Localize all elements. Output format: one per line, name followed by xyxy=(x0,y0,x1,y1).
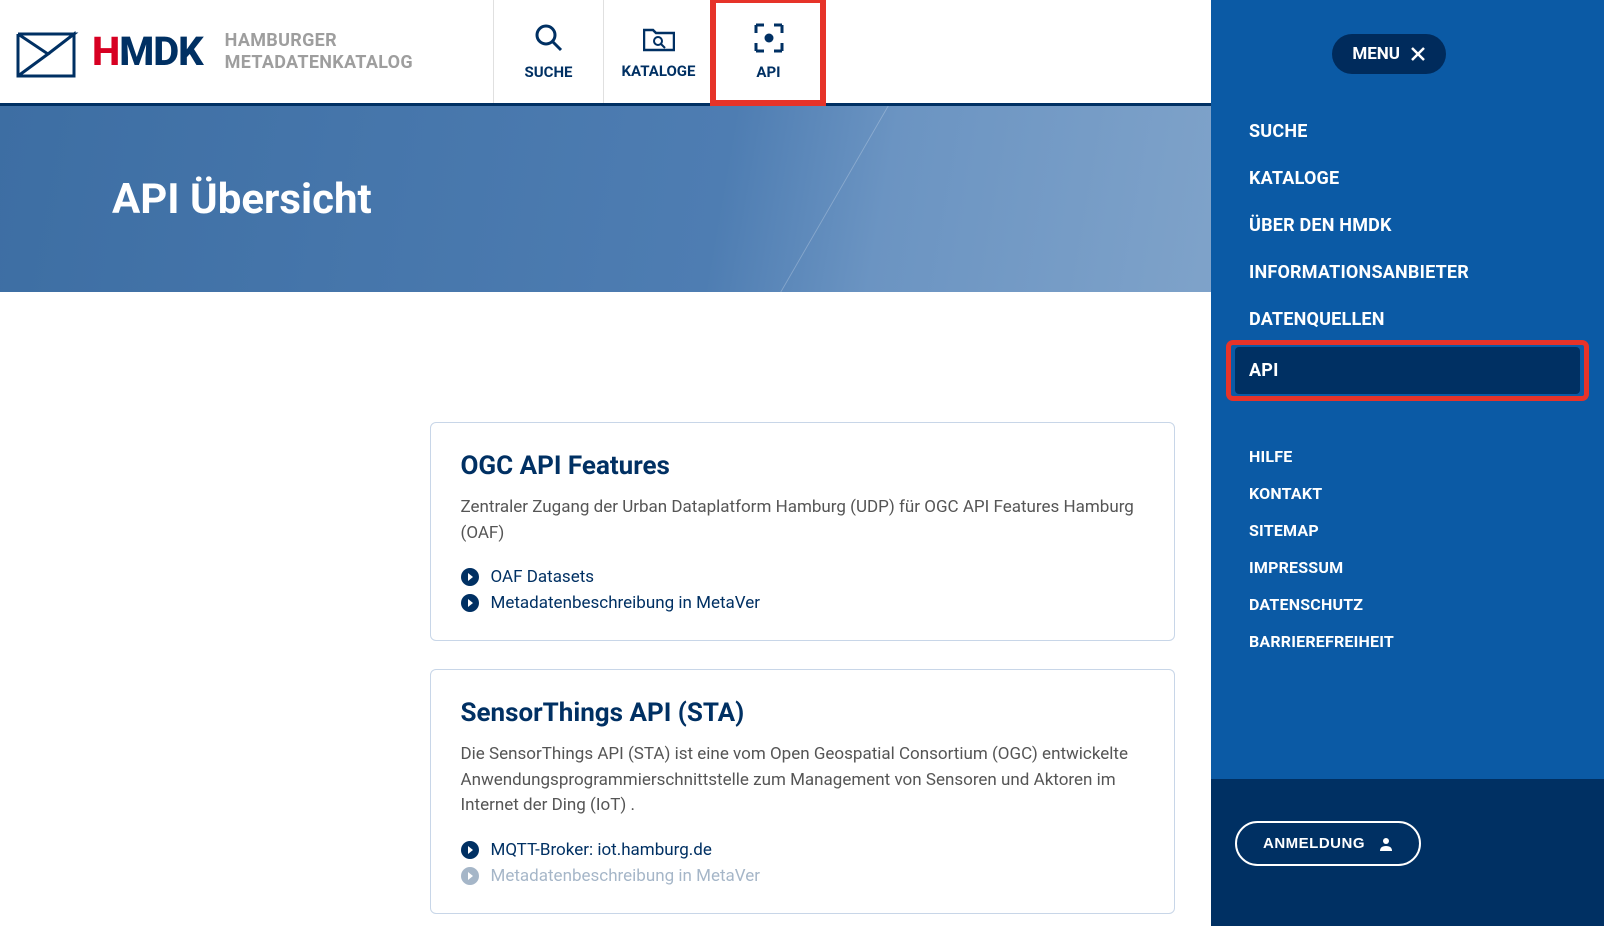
menu-item-kontakt[interactable]: KONTAKT xyxy=(1235,475,1580,512)
side-menu: SUCHE KATALOGE ÜBER DEN HMDK INFORMATION… xyxy=(1211,0,1604,926)
close-icon xyxy=(1410,46,1426,62)
api-icon xyxy=(754,23,784,53)
login-button[interactable]: ANMELDUNG xyxy=(1235,821,1421,866)
menu-item-sitemap[interactable]: SITEMAP xyxy=(1235,512,1580,549)
nav-kataloge[interactable]: KATALOGE xyxy=(603,0,713,103)
nav-suche[interactable]: SUCHE xyxy=(493,0,603,103)
card-link[interactable]: OAF Datasets xyxy=(461,564,1144,590)
menu-item-impressum[interactable]: IMPRESSUM xyxy=(1235,549,1580,586)
card-link-label: OAF Datasets xyxy=(491,567,595,587)
menu-item-datenschutz[interactable]: DATENSCHUTZ xyxy=(1235,586,1580,623)
menu-primary-group: SUCHE KATALOGE ÜBER DEN HMDK INFORMATION… xyxy=(1235,108,1580,396)
card-link-label: Metadatenbeschreibung in MetaVer xyxy=(491,866,761,886)
menu-item-api[interactable]: API xyxy=(1235,347,1580,394)
logo-text: HMDK xyxy=(92,28,203,75)
card-title: SensorThings API (STA) xyxy=(461,698,1144,728)
card-link[interactable]: Metadatenbeschreibung in MetaVer xyxy=(461,863,1144,889)
nav-suche-label: SUCHE xyxy=(525,63,573,81)
card-description: Die SensorThings API (STA) ist eine vom … xyxy=(461,742,1144,819)
api-card-sta: SensorThings API (STA) Die SensorThings … xyxy=(430,669,1175,914)
menu-item-datenquellen[interactable]: DATENQUELLEN xyxy=(1235,296,1580,343)
menu-item-hilfe[interactable]: HILFE xyxy=(1235,438,1580,475)
page-title: API Übersicht xyxy=(112,175,372,224)
logo[interactable]: HMDK HAMBURGER METADATENKATALOG xyxy=(0,0,493,103)
menu-item-suche[interactable]: SUCHE xyxy=(1235,108,1580,155)
search-icon xyxy=(534,23,564,53)
logo-icon xyxy=(12,16,84,88)
side-menu-bottom: ANMELDUNG xyxy=(1211,779,1604,926)
menu-secondary-group: HILFE KONTAKT SITEMAP IMPRESSUM DATENSCH… xyxy=(1235,438,1580,660)
top-nav: SUCHE KATALOGE API xyxy=(493,0,823,103)
logo-subtitle: HAMBURGER METADATENKATALOG xyxy=(225,30,413,73)
arrow-right-icon xyxy=(461,841,479,859)
login-button-label: ANMELDUNG xyxy=(1263,835,1365,852)
card-link[interactable]: MQTT-Broker: iot.hamburg.de xyxy=(461,837,1144,863)
arrow-right-icon xyxy=(461,594,479,612)
card-link-label: MQTT-Broker: iot.hamburg.de xyxy=(491,840,712,860)
catalog-icon xyxy=(643,24,675,52)
menu-item-kataloge[interactable]: KATALOGE xyxy=(1235,155,1580,202)
user-icon xyxy=(1379,837,1393,851)
card-title: OGC API Features xyxy=(461,451,1144,481)
arrow-right-icon xyxy=(461,568,479,586)
menu-item-ueber[interactable]: ÜBER DEN HMDK xyxy=(1235,202,1580,249)
card-link-label: Metadatenbeschreibung in MetaVer xyxy=(491,593,761,613)
menu-item-informationsanbieter[interactable]: INFORMATIONSANBIETER xyxy=(1235,249,1580,296)
arrow-right-icon xyxy=(461,867,479,885)
card-description: Zentraler Zugang der Urban Dataplatform … xyxy=(461,495,1144,546)
nav-api-label: API xyxy=(756,63,780,81)
card-list: OGC API Features Zentraler Zugang der Ur… xyxy=(430,422,1175,942)
nav-kataloge-label: KATALOGE xyxy=(622,62,696,80)
nav-api[interactable]: API xyxy=(713,0,823,103)
api-card-ogc: OGC API Features Zentraler Zugang der Ur… xyxy=(430,422,1175,641)
card-link[interactable]: Metadatenbeschreibung in MetaVer xyxy=(461,590,1144,616)
menu-button[interactable]: MENU xyxy=(1332,34,1446,74)
menu-button-label: MENU xyxy=(1352,44,1400,64)
menu-item-barrierefreiheit[interactable]: BARRIEREFREIHEIT xyxy=(1235,623,1580,660)
